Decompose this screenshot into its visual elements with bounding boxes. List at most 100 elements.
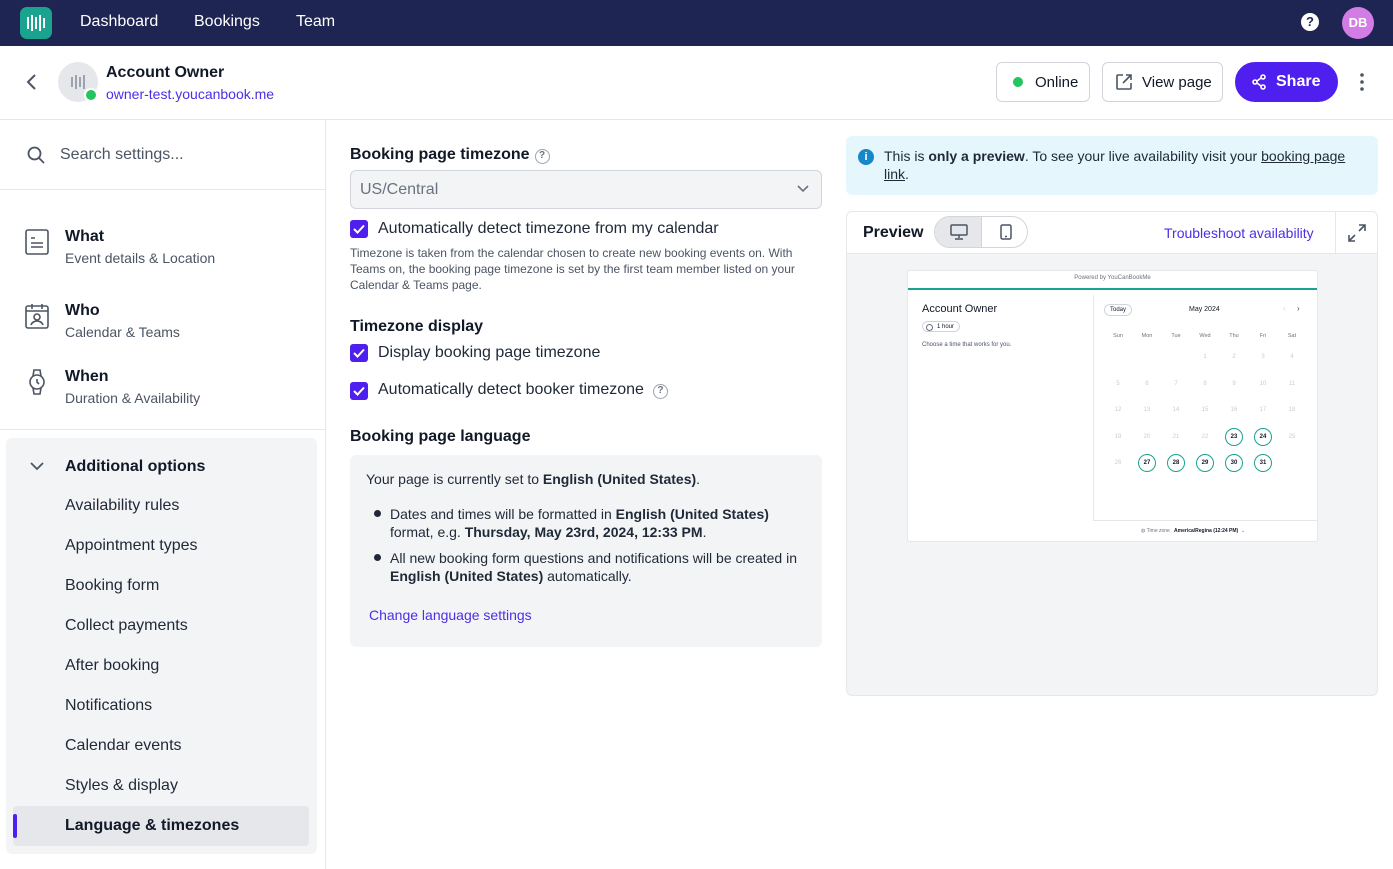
unavailable-day: 19 (1114, 434, 1122, 440)
sidebar-item-collect-payments[interactable]: Collect payments (65, 617, 188, 635)
additional-options-title: Additional options (65, 458, 206, 475)
sidebar-item-booking-form[interactable]: Booking form (65, 577, 159, 595)
device-toggle (934, 216, 1028, 248)
page-header: Account Owner owner-test.youcanbook.me O… (0, 46, 1393, 120)
sidebar-section-who[interactable]: Who Calendar & Teams (0, 282, 325, 352)
app-logo-icon[interactable] (20, 7, 52, 39)
additional-options-toggle[interactable]: Additional options (24, 456, 324, 478)
more-options-icon[interactable] (1354, 72, 1370, 92)
help-question-icon[interactable]: ? (534, 149, 550, 164)
section-title: Who (65, 302, 100, 319)
unavailable-day: 14 (1172, 407, 1180, 413)
sidebar-item-appointment-types[interactable]: Appointment types (65, 537, 198, 555)
section-subtitle: Duration & Availability (65, 390, 201, 406)
unavailable-day: 9 (1232, 381, 1236, 387)
month-label: May 2024 (1189, 306, 1220, 313)
unavailable-day: 21 (1172, 434, 1180, 440)
view-page-label: View page (1142, 73, 1212, 91)
sidebar-section-when[interactable]: When Duration & Availability (0, 348, 325, 418)
unavailable-day: 17 (1259, 407, 1267, 413)
back-arrow-icon[interactable] (22, 71, 42, 93)
unavailable-day: 10 (1259, 381, 1267, 387)
auto-detect-timezone-label[interactable]: Automatically detect timezone from my ca… (378, 220, 719, 238)
bullet2-text-a: All new booking form questions and notif… (390, 550, 798, 566)
nav-dashboard-link[interactable]: Dashboard (80, 13, 158, 31)
preview-header: Preview Troubleshoot availability (847, 212, 1377, 254)
available-day: 31 (1254, 454, 1272, 472)
view-page-button[interactable]: View page (1102, 62, 1223, 102)
available-day: 30 (1225, 454, 1243, 472)
unavailable-day: 16 (1230, 407, 1238, 413)
sidebar-item-availability-rules[interactable]: Availability rules (65, 497, 179, 515)
chevron-down-icon (797, 185, 809, 193)
mobile-icon[interactable] (999, 224, 1013, 240)
unavailable-day: 11 (1288, 381, 1296, 387)
troubleshoot-availability-link[interactable]: Troubleshoot availability (1164, 225, 1314, 241)
share-button[interactable]: Share (1235, 62, 1338, 102)
preview-account-name: Account Owner (922, 303, 998, 315)
booker-timezone-checkbox[interactable] (350, 382, 368, 400)
sidebar-item-after-booking[interactable]: After booking (65, 657, 159, 675)
timezone-select[interactable]: US/Central (350, 170, 822, 209)
unavailable-day: 6 (1145, 381, 1149, 387)
change-language-link[interactable]: Change language settings (369, 607, 532, 623)
sidebar-section-what[interactable]: What Event details & Location (0, 208, 325, 278)
checkmark-icon (353, 224, 365, 234)
preview-panel: Preview Troubleshoot availability Powere… (846, 211, 1378, 696)
timezone-select-value: US/Central (360, 181, 439, 198)
info-text-b: . To see your live availability visit yo… (1024, 148, 1258, 164)
language-intro: Your page is currently set to English (U… (366, 471, 701, 487)
search-input[interactable] (60, 140, 300, 170)
unavailable-day: 26 (1114, 460, 1122, 466)
online-status-button[interactable]: Online (996, 62, 1090, 102)
user-avatar[interactable]: DB (1342, 7, 1374, 39)
online-dot-icon (1013, 77, 1023, 87)
nav-bookings-link[interactable]: Bookings (194, 13, 260, 31)
sidebar-item-styles-display[interactable]: Styles & display (65, 777, 178, 795)
tz-value: America/Regina (12:24 PM) (1174, 528, 1239, 534)
preview-divider (1093, 295, 1094, 521)
timezone-heading-text: Booking page timezone (350, 146, 530, 163)
available-day: 29 (1196, 454, 1214, 472)
booker-timezone-label[interactable]: Automatically detect booker timezone? (378, 381, 668, 399)
section-title: What (65, 228, 105, 245)
sidebar-item-notifications[interactable]: Notifications (65, 697, 152, 715)
expand-icon (1348, 224, 1366, 242)
timezone-display-heading: Timezone display (350, 318, 484, 335)
display-timezone-label[interactable]: Display booking page timezone (378, 344, 600, 362)
section-title: When (65, 368, 109, 385)
bullet-notifications: All new booking form questions and notif… (390, 549, 810, 585)
auto-detect-timezone-checkbox[interactable] (350, 220, 368, 238)
bullet-dot (374, 554, 381, 561)
powered-by-text: Powered by YouCanBookMe (1074, 275, 1151, 281)
desktop-icon[interactable] (950, 224, 968, 240)
expand-preview-button[interactable] (1335, 212, 1377, 254)
tz-label: Time zone (1146, 528, 1170, 534)
bullet-dot (374, 510, 381, 517)
weekday-label: Sat (1287, 333, 1297, 339)
bullet2-text-b: automatically. (547, 568, 632, 584)
nav-team-link[interactable]: Team (296, 13, 335, 31)
preview-timezone: ◍ Time zone America/Regina (12:24 PM) ⌄ (1141, 528, 1246, 534)
date-example: Thursday, May 23rd, 2024, 12:33 PM (464, 524, 703, 540)
weekday-label: Fri (1259, 333, 1267, 339)
intro-text: Your page is currently set to (366, 471, 540, 487)
document-icon (25, 229, 49, 255)
display-timezone-checkbox[interactable] (350, 344, 368, 362)
preview-title: Preview (863, 224, 924, 241)
sidebar-item-language-timezones[interactable]: Language & timezones (65, 817, 239, 835)
help-question-icon[interactable]: ? (652, 384, 668, 399)
info-text-c: . (905, 166, 909, 182)
sidebar-item-calendar-events[interactable]: Calendar events (65, 737, 182, 755)
search-bar (0, 120, 325, 190)
unavailable-day: 8 (1203, 381, 1207, 387)
checkmark-icon (353, 348, 365, 358)
unavailable-day: 3 (1261, 354, 1265, 360)
share-label: Share (1276, 73, 1321, 90)
language-info-box: Your page is currently set to English (U… (350, 455, 822, 647)
language-value: English (United States) (390, 568, 544, 584)
brand-bar (908, 288, 1317, 290)
unavailable-day: 20 (1143, 434, 1151, 440)
help-icon[interactable]: ? (1301, 13, 1319, 31)
account-url-link[interactable]: owner-test.youcanbook.me (106, 86, 274, 102)
